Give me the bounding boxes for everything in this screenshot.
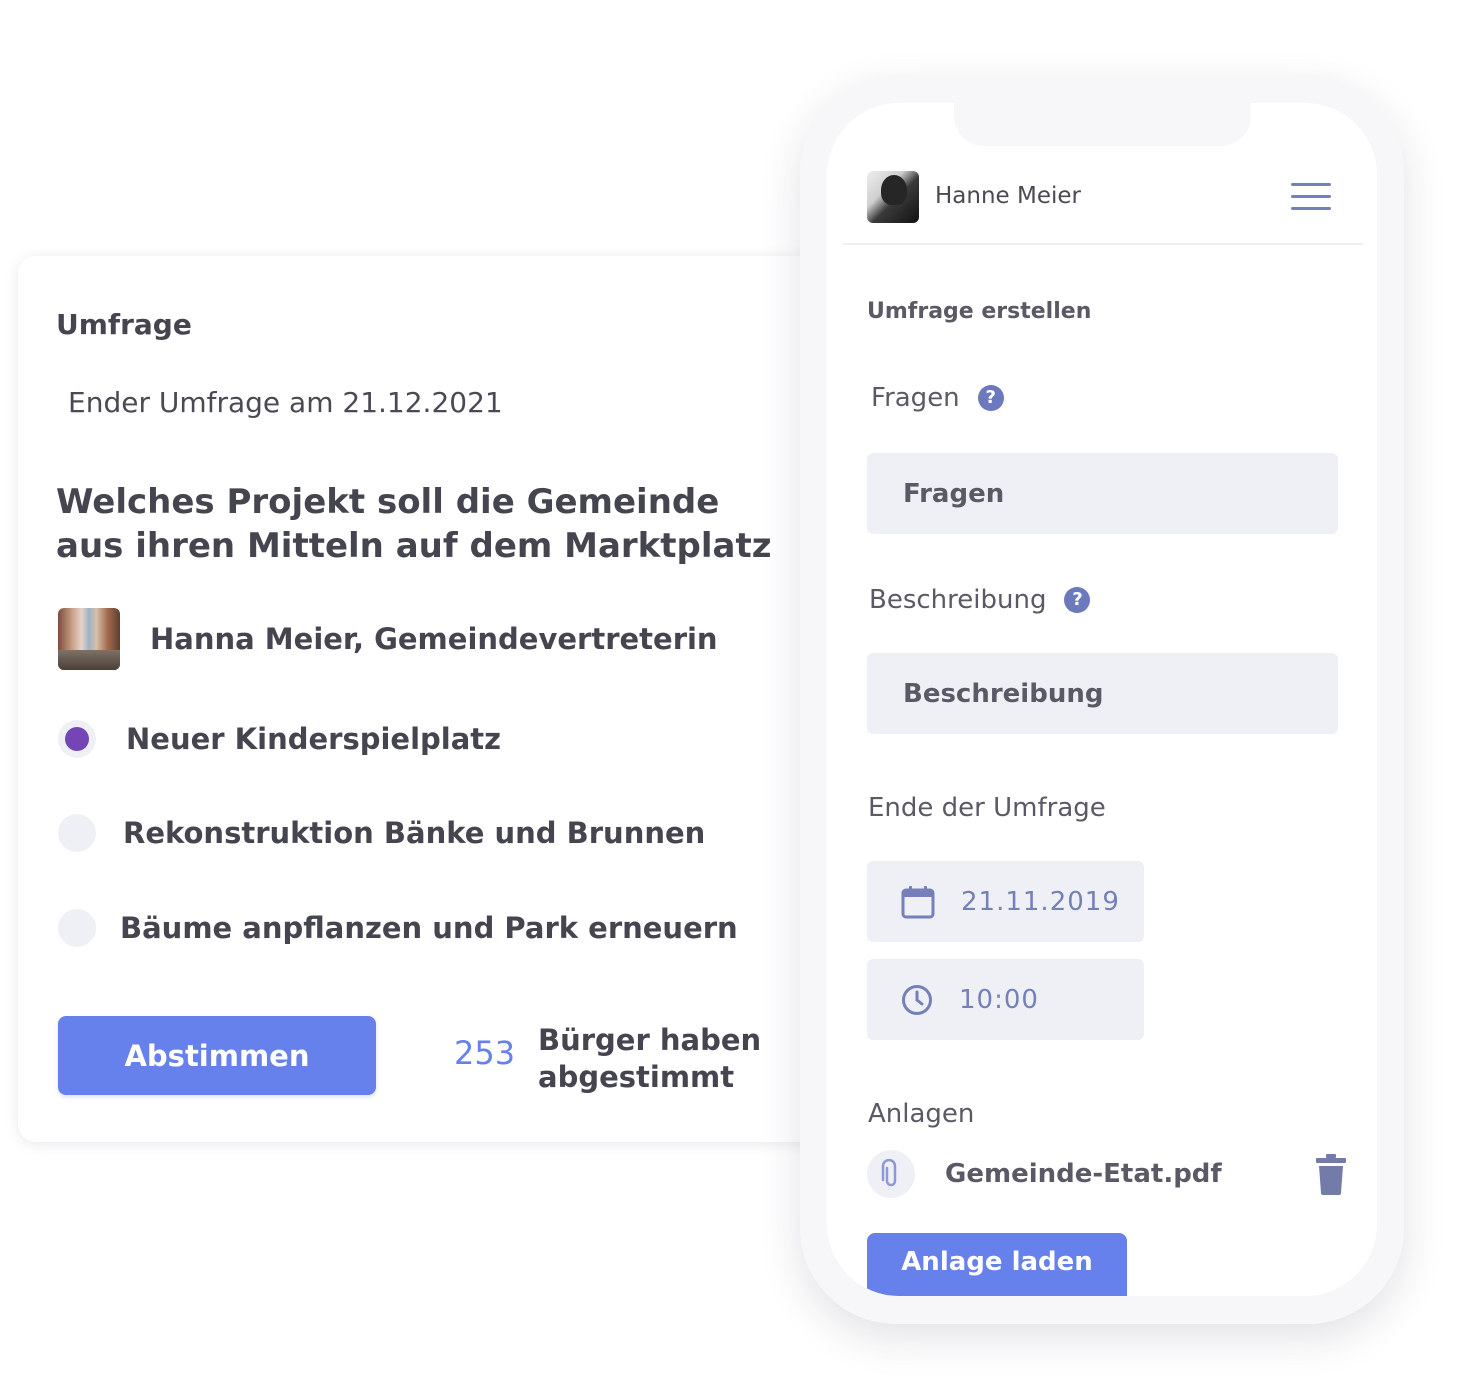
survey-option-1[interactable]: Neuer Kinderspielplatz	[58, 720, 501, 758]
help-icon[interactable]: ?	[977, 385, 1004, 411]
end-label-row: Ende der Umfrage	[868, 793, 1106, 823]
option-label: Bäume anpflanzen und Park erneuern	[120, 911, 738, 945]
questions-input[interactable]: Fragen	[867, 453, 1338, 534]
date-value: 21.11.2019	[961, 886, 1120, 917]
phone-frame: Hanne Meier Umfrage erstellen Fragen ? F…	[800, 76, 1404, 1324]
date-picker[interactable]: 21.11.2019	[867, 861, 1144, 942]
survey-author: Hanna Meier, Gemeindevertreterin	[58, 608, 718, 670]
time-picker[interactable]: 10:00	[867, 959, 1144, 1040]
avatar[interactable]	[867, 171, 919, 223]
questions-label: Fragen	[871, 383, 960, 413]
radio-button[interactable]	[58, 814, 96, 852]
phone-notch	[954, 103, 1251, 146]
author-photo	[58, 608, 120, 670]
section-title: Umfrage erstellen	[867, 299, 1092, 324]
questions-label-row: Fragen ?	[871, 383, 1004, 413]
user-name: Hanne Meier	[935, 183, 1081, 209]
help-icon[interactable]: ?	[1064, 587, 1091, 613]
attachments-label: Anlagen	[868, 1099, 975, 1129]
survey-option-2[interactable]: Rekonstruktion Bänke und Brunnen	[58, 814, 705, 852]
attachments-label-row: Anlagen	[868, 1099, 974, 1129]
end-of-survey-label: Ende der Umfrage	[868, 793, 1106, 823]
hamburger-menu-icon[interactable]	[1291, 183, 1333, 211]
trash-icon[interactable]	[1315, 1153, 1347, 1195]
vote-count-label: Bürger haben abgestimmt	[538, 1023, 762, 1094]
survey-question: Welches Projekt soll die Gemeinde aus ih…	[56, 482, 772, 566]
description-input[interactable]: Beschreibung	[867, 653, 1338, 734]
clock-icon	[902, 984, 932, 1015]
option-label: Rekonstruktion Bänke und Brunnen	[123, 816, 706, 850]
survey-heading: Umfrage	[56, 308, 192, 341]
survey-card: Umfrage Ender Umfrage am 21.12.2021 Welc…	[18, 256, 848, 1142]
survey-end-date: Ender Umfrage am 21.12.2021	[68, 386, 503, 419]
phone-screen: Hanne Meier Umfrage erstellen Fragen ? F…	[827, 103, 1377, 1296]
author-name: Hanna Meier, Gemeindevertreterin	[150, 622, 718, 656]
app-header: Hanne Meier	[843, 163, 1363, 245]
description-label-row: Beschreibung ?	[869, 585, 1091, 615]
radio-button[interactable]	[58, 909, 96, 947]
attachment-name[interactable]: Gemeinde-Etat.pdf	[945, 1159, 1222, 1189]
upload-attachment-button[interactable]: Anlage laden	[867, 1233, 1127, 1296]
time-value: 10:00	[959, 984, 1039, 1015]
vote-count: 253	[454, 1034, 516, 1072]
calendar-icon	[901, 885, 935, 918]
radio-button-selected[interactable]	[58, 720, 96, 758]
description-label: Beschreibung	[869, 585, 1047, 615]
survey-option-3[interactable]: Bäume anpflanzen und Park erneuern	[58, 909, 738, 947]
vote-button[interactable]: Abstimmen	[58, 1016, 376, 1095]
attachment-item: Gemeinde-Etat.pdf	[867, 1149, 1347, 1199]
paperclip-icon	[867, 1150, 915, 1198]
option-label: Neuer Kinderspielplatz	[126, 722, 502, 756]
